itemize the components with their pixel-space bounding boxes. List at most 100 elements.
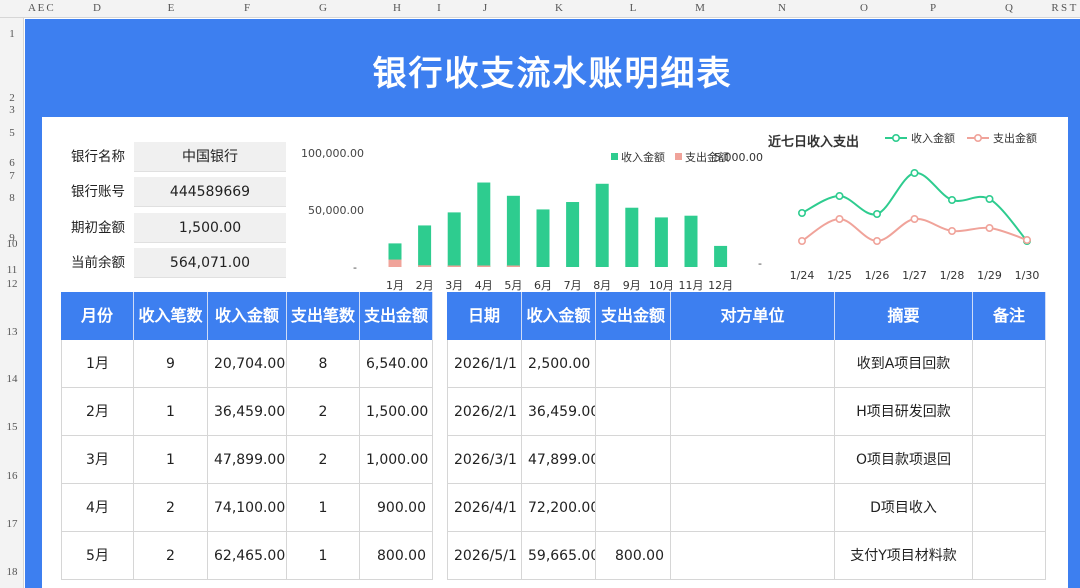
column-header-bar[interactable]: AECDEFGHIJKLMNOPQRST: [0, 0, 1080, 18]
expense-point[interactable]: [948, 227, 957, 236]
income-point[interactable]: [873, 210, 882, 219]
opening-balance-label[interactable]: 期初金额: [62, 213, 134, 243]
header-detail-expense[interactable]: 支出金额: [596, 292, 671, 340]
income-line[interactable]: [801, 171, 1028, 242]
table-cell[interactable]: D项目收入: [835, 484, 973, 532]
table-cell[interactable]: 47,899.00: [522, 436, 596, 484]
row-number[interactable]: 3: [0, 104, 24, 116]
expense-point[interactable]: [1022, 236, 1031, 245]
row-number[interactable]: 15: [0, 421, 24, 433]
header-counterparty[interactable]: 对方单位: [671, 292, 835, 340]
seven-day-line-chart[interactable]: 近七日收入支出 收入金额 支出金额 1/24 1/25 1/26 1/27 1/28 1/29 1…: [720, 128, 1060, 290]
expense-point[interactable]: [835, 215, 844, 224]
table-cell[interactable]: [671, 436, 835, 484]
row-number[interactable]: 13: [0, 326, 24, 338]
table-cell[interactable]: 1: [134, 388, 208, 436]
column-letter[interactable]: K: [555, 2, 563, 14]
income-bar[interactable]: [418, 225, 432, 267]
income-bar[interactable]: [595, 183, 609, 267]
table-cell[interactable]: [973, 436, 1046, 484]
income-point[interactable]: [798, 209, 807, 218]
table-cell[interactable]: 1,000.00: [360, 436, 433, 484]
table-cell[interactable]: 1,500.00: [360, 388, 433, 436]
line-legend-label[interactable]: 收入金额: [911, 131, 955, 145]
expense-bar[interactable]: [477, 265, 491, 268]
income-bar[interactable]: [654, 217, 668, 267]
income-point[interactable]: [948, 196, 957, 205]
column-letter[interactable]: P: [930, 2, 936, 14]
row-number[interactable]: 11: [0, 264, 24, 276]
income-bar[interactable]: [566, 202, 580, 267]
row-number[interactable]: 6: [0, 157, 24, 169]
table-cell[interactable]: [973, 532, 1046, 580]
table-cell[interactable]: 2: [134, 532, 208, 580]
header-remark[interactable]: 备注: [973, 292, 1046, 340]
table-cell[interactable]: 47,899.00: [208, 436, 287, 484]
column-letter[interactable]: E: [38, 2, 45, 14]
table-cell[interactable]: 5月: [61, 532, 134, 580]
column-letter[interactable]: H: [393, 2, 401, 14]
row-number[interactable]: 18: [0, 566, 24, 578]
current-balance-value[interactable]: 564,071.00: [134, 248, 286, 278]
table-cell[interactable]: 74,100.00: [208, 484, 287, 532]
table-cell[interactable]: 1: [287, 532, 360, 580]
line-chart-title[interactable]: 近七日收入支出: [768, 134, 859, 150]
column-letter[interactable]: F: [244, 2, 250, 14]
table-cell[interactable]: [596, 388, 671, 436]
table-cell[interactable]: 9: [134, 340, 208, 388]
header-income-amount[interactable]: 收入金额: [208, 292, 287, 340]
table-cell[interactable]: 3月: [61, 436, 134, 484]
column-letter[interactable]: C: [46, 2, 53, 14]
header-expense-count[interactable]: 支出笔数: [287, 292, 360, 340]
table-cell[interactable]: 36,459.00: [522, 388, 596, 436]
row-number[interactable]: 8: [0, 192, 24, 204]
column-letter[interactable]: D: [93, 2, 101, 14]
table-cell[interactable]: [973, 484, 1046, 532]
table-cell[interactable]: 2月: [61, 388, 134, 436]
table-cell[interactable]: 800.00: [360, 532, 433, 580]
expense-bar[interactable]: [506, 265, 520, 268]
table-cell[interactable]: 1: [287, 484, 360, 532]
header-summary[interactable]: 摘要: [835, 292, 973, 340]
opening-balance-value[interactable]: 1,500.00: [134, 213, 286, 243]
table-cell[interactable]: [596, 484, 671, 532]
row-number[interactable]: 2: [0, 92, 24, 104]
table-cell[interactable]: 1月: [61, 340, 134, 388]
table-cell[interactable]: 20,704.00: [208, 340, 287, 388]
row-number[interactable]: 17: [0, 518, 24, 530]
table-cell[interactable]: 36,459.00: [208, 388, 287, 436]
header-detail-income[interactable]: 收入金额: [522, 292, 596, 340]
row-number[interactable]: 16: [0, 470, 24, 482]
table-cell[interactable]: 2026/2/1: [447, 388, 522, 436]
table-cell[interactable]: 2,500.00: [522, 340, 596, 388]
table-cell[interactable]: 2026/3/1: [447, 436, 522, 484]
monthly-bar-chart[interactable]: 100,000.00 50,000.00 - 1月 2月 3月 4月 5月 6月 7月 8月 9月 10…: [300, 140, 770, 292]
income-point[interactable]: [910, 168, 919, 177]
table-cell[interactable]: 收到A项目回款: [835, 340, 973, 388]
table-cell[interactable]: 900.00: [360, 484, 433, 532]
expense-bar[interactable]: [388, 259, 402, 267]
table-cell[interactable]: 59,665.00: [522, 532, 596, 580]
account-label[interactable]: 银行账号: [62, 177, 134, 207]
header-expense-amount[interactable]: 支出金额: [360, 292, 433, 340]
table-cell[interactable]: [671, 484, 835, 532]
column-letter[interactable]: G: [319, 2, 327, 14]
column-letter[interactable]: I: [437, 2, 441, 14]
column-letter[interactable]: L: [630, 2, 637, 14]
column-letter[interactable]: A: [28, 2, 36, 14]
income-bar[interactable]: [625, 207, 639, 267]
table-cell[interactable]: H项目研发回款: [835, 388, 973, 436]
sheet-title[interactable]: 银行收支流水账明细表: [25, 46, 1080, 95]
table-cell[interactable]: 6,540.00: [360, 340, 433, 388]
table-cell[interactable]: 8: [287, 340, 360, 388]
table-cell[interactable]: [973, 340, 1046, 388]
header-income-count[interactable]: 收入笔数: [134, 292, 208, 340]
expense-point[interactable]: [910, 215, 919, 224]
bank-name-label[interactable]: 银行名称: [62, 142, 134, 172]
income-bar[interactable]: [447, 212, 461, 267]
row-header-bar[interactable]: 1 2 3 5 6 7 8 9 10 11 12 13 14 15 16 17 18: [0, 18, 24, 588]
table-cell[interactable]: 800.00: [596, 532, 671, 580]
row-number[interactable]: 5: [0, 127, 24, 139]
table-cell[interactable]: O项目款项退回: [835, 436, 973, 484]
table-cell[interactable]: 1: [134, 436, 208, 484]
